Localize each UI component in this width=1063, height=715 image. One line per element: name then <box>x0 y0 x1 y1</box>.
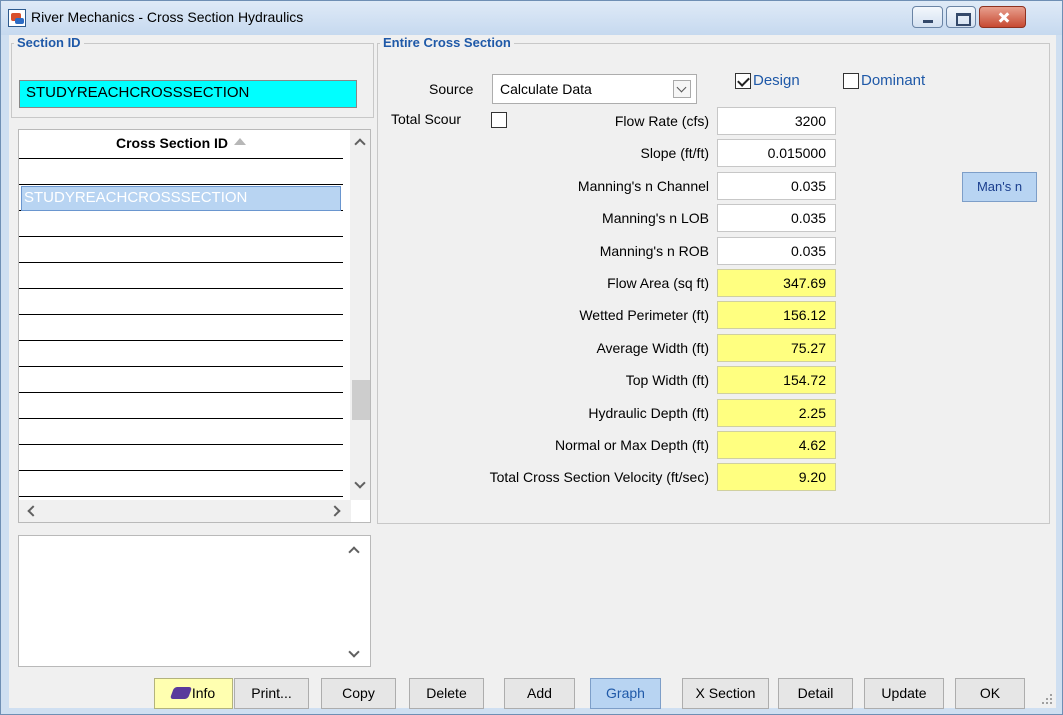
computed-value-field[interactable]: 154.72 <box>717 366 836 395</box>
scroll-right-icon[interactable] <box>329 505 341 517</box>
computed-value-field[interactable]: 2.25 <box>717 398 836 427</box>
chevron-down-icon[interactable] <box>673 80 691 98</box>
mans-n-button[interactable]: Man's n <box>962 172 1037 202</box>
list-item[interactable] <box>19 315 343 341</box>
list-rows: STUDYREACHCROSSSECTION <box>19 159 343 497</box>
resize-grip-icon[interactable] <box>1040 692 1052 704</box>
field-label: Flow Rate (cfs) <box>614 113 709 129</box>
minimize-button[interactable] <box>912 6 943 28</box>
list-item[interactable] <box>19 341 343 367</box>
print-button[interactable]: Print... <box>234 678 309 709</box>
field-label: Normal or Max Depth (ft) <box>554 437 709 453</box>
source-select[interactable]: Calculate Data <box>492 74 697 104</box>
window-title: River Mechanics - Cross Section Hydrauli… <box>31 9 304 25</box>
input-value-field[interactable]: 0.035 <box>717 236 836 265</box>
field-label: Manning's n ROB <box>599 242 709 259</box>
field-label: Slope (ft/ft) <box>640 145 709 162</box>
dominant-checkbox[interactable] <box>843 73 859 89</box>
field-label: Top Width (ft) <box>625 372 709 389</box>
cross-section-list[interactable]: Cross Section ID STUDYREACHCROSSSECTION <box>18 129 371 523</box>
field-label: Flow Area (sq ft) <box>607 275 709 291</box>
entire-cross-section-group: Entire Cross Section <box>377 35 1050 524</box>
info-button[interactable]: Info <box>154 678 233 709</box>
entire-cross-section-group-title: Entire Cross Section <box>380 35 514 51</box>
column-header-label: Cross Section ID <box>115 135 229 151</box>
notes-scroll-up-icon[interactable] <box>348 546 360 558</box>
field-label: Manning's n LOB <box>602 210 709 227</box>
list-item[interactable] <box>19 237 343 263</box>
list-scroll-thumb[interactable] <box>352 380 370 420</box>
info-button-label: Info <box>191 685 216 701</box>
book-icon <box>169 687 192 699</box>
list-horizontal-scrollbar[interactable] <box>19 500 351 522</box>
field-label: Average Width (ft) <box>596 339 709 356</box>
list-item[interactable] <box>19 263 343 289</box>
detail-button[interactable]: Detail <box>778 678 853 709</box>
computed-value-field[interactable]: 4.62 <box>717 431 836 459</box>
computed-value-field[interactable]: 9.20 <box>717 463 836 492</box>
update-button[interactable]: Update <box>864 678 944 709</box>
design-checkbox[interactable] <box>735 73 751 89</box>
maximize-button[interactable] <box>946 6 976 28</box>
notes-textarea[interactable] <box>18 535 371 667</box>
list-item[interactable] <box>19 211 343 237</box>
field-label: Total Cross Section Velocity (ft/sec) <box>489 469 709 486</box>
app-icon <box>8 9 26 27</box>
field-label: Manning's n Channel <box>577 177 709 194</box>
graph-button[interactable]: Graph <box>590 678 661 709</box>
list-item[interactable] <box>19 393 343 419</box>
section-id-field[interactable]: STUDYREACHCROSSSECTION <box>19 80 357 108</box>
list-item-label: STUDYREACHCROSSSECTION <box>21 186 341 211</box>
source-label: Source <box>429 81 474 97</box>
field-label: Wetted Perimeter (ft) <box>579 307 709 324</box>
list-item[interactable]: STUDYREACHCROSSSECTION <box>19 185 343 211</box>
total-scour-checkbox[interactable] <box>491 112 507 128</box>
input-value-field[interactable]: 0.015000 <box>717 139 836 168</box>
add-button[interactable]: Add <box>504 678 575 709</box>
list-item[interactable] <box>19 419 343 445</box>
total-scour-label: Total Scour <box>391 111 462 127</box>
section-id-group-title: Section ID <box>14 35 84 51</box>
scroll-down-icon[interactable] <box>354 477 366 489</box>
client-area: Section ID STUDYREACHCROSSSECTION Cross … <box>9 35 1056 709</box>
list-item[interactable] <box>19 159 343 185</box>
design-label[interactable]: Design <box>753 72 800 89</box>
source-select-value: Calculate Data <box>500 81 592 97</box>
computed-value-field[interactable]: 347.69 <box>717 269 836 297</box>
ok-button[interactable]: OK <box>955 678 1025 709</box>
input-value-field[interactable]: 0.035 <box>717 171 836 200</box>
delete-button[interactable]: Delete <box>409 678 484 709</box>
main-window: River Mechanics - Cross Section Hydrauli… <box>0 0 1063 715</box>
field-label: Hydraulic Depth (ft) <box>588 404 709 421</box>
list-item[interactable] <box>19 367 343 393</box>
list-vertical-scrollbar[interactable] <box>350 130 370 500</box>
scroll-up-icon[interactable] <box>354 138 366 150</box>
dominant-label[interactable]: Dominant <box>861 72 925 89</box>
title-bar[interactable]: River Mechanics - Cross Section Hydrauli… <box>1 1 1062 35</box>
input-value-field[interactable]: 3200 <box>717 107 836 135</box>
scroll-left-icon[interactable] <box>27 505 39 517</box>
computed-value-field[interactable]: 75.27 <box>717 333 836 362</box>
computed-value-field[interactable]: 156.12 <box>717 301 836 330</box>
notes-scroll-down-icon[interactable] <box>348 646 360 658</box>
x-section-button[interactable]: X Section <box>682 678 769 709</box>
close-button[interactable] <box>979 6 1026 28</box>
list-item[interactable] <box>19 445 343 471</box>
sort-ascending-icon <box>234 138 247 145</box>
column-header-cross-section-id[interactable]: Cross Section ID <box>19 130 343 159</box>
list-item[interactable] <box>19 471 343 497</box>
copy-button[interactable]: Copy <box>321 678 396 709</box>
input-value-field[interactable]: 0.035 <box>717 204 836 233</box>
list-item[interactable] <box>19 289 343 315</box>
